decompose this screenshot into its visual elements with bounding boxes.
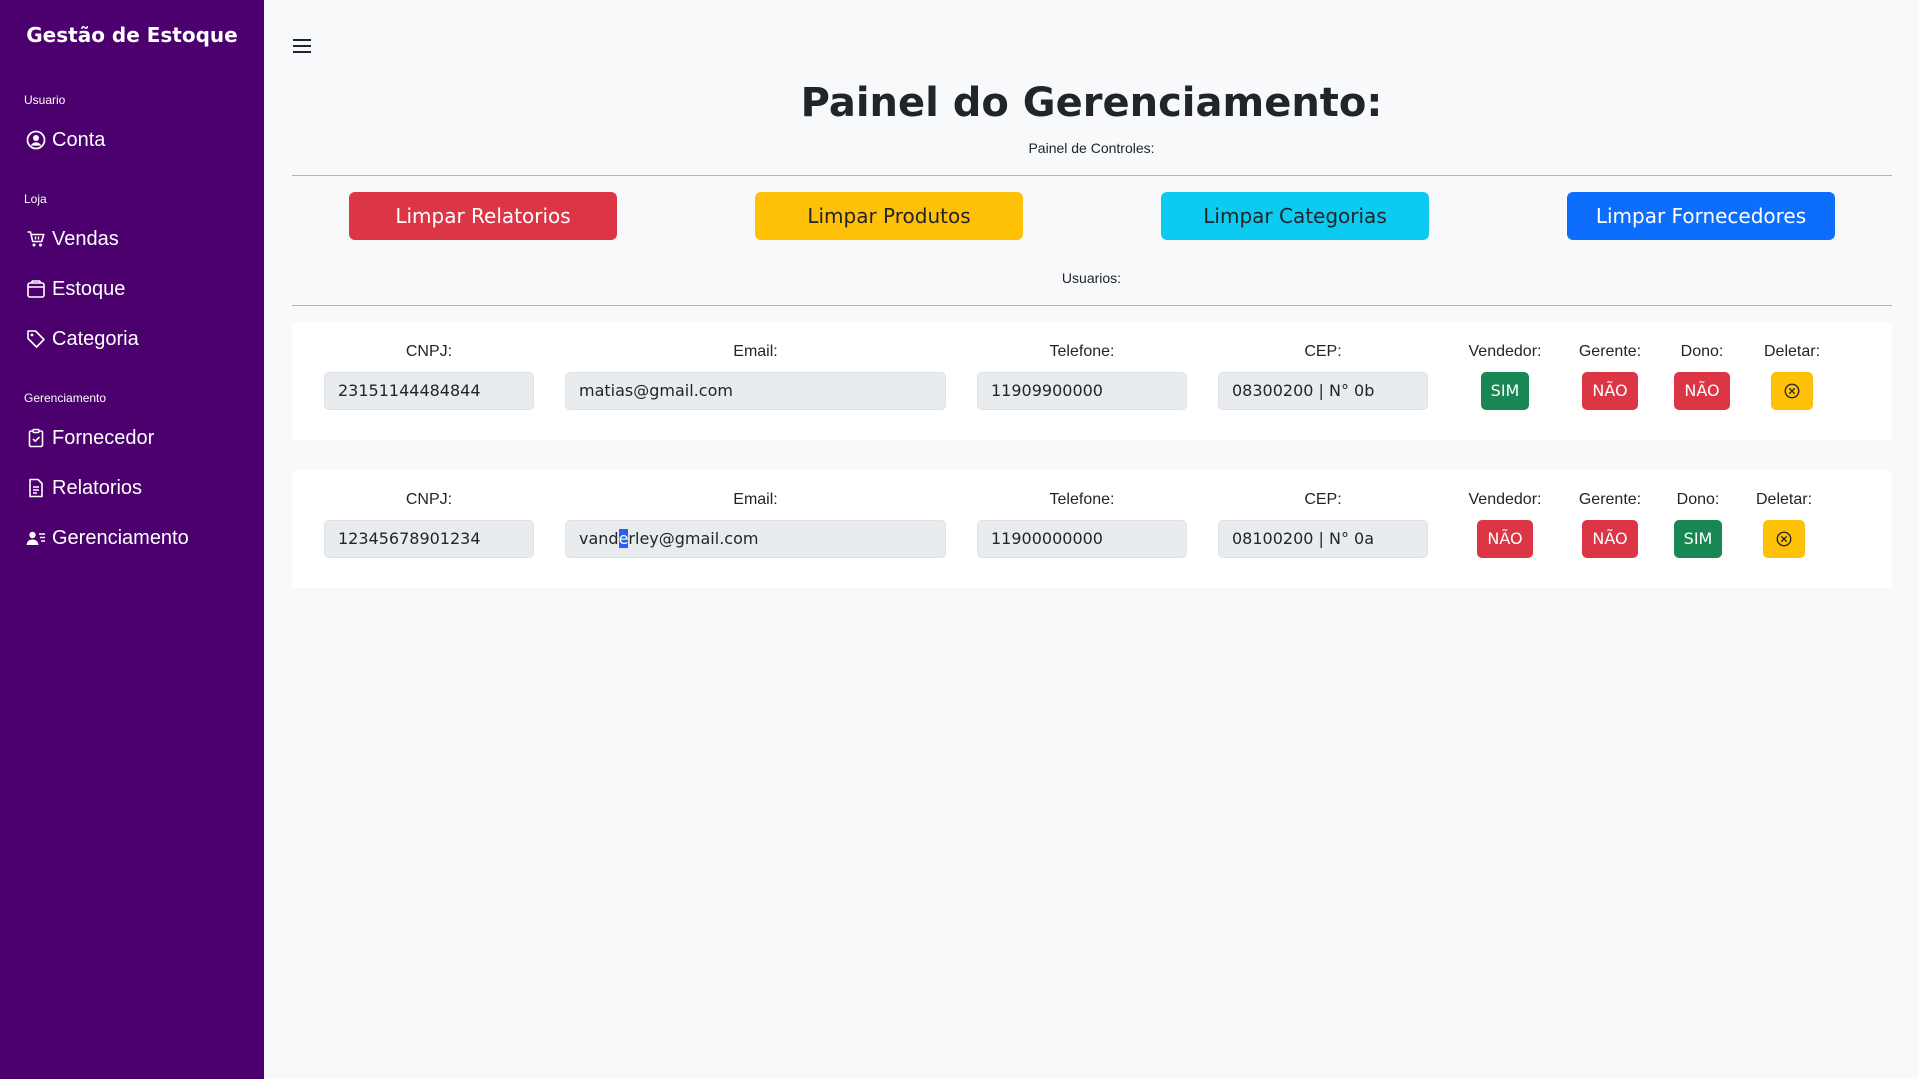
cnpj-label: CNPJ:: [405, 491, 453, 508]
x-circle-icon: [1776, 531, 1792, 547]
user-card: CNPJ: 12345678901234 Email: vanderley@gm…: [292, 470, 1892, 588]
sidebar-item-label: Vendas: [52, 227, 119, 250]
x-circle-icon: [1784, 383, 1800, 399]
sidebar-item-estoque[interactable]: Estoque: [0, 264, 264, 314]
sidebar-item-label: Fornecedor: [52, 426, 155, 449]
hamburger-menu-icon[interactable]: [290, 34, 314, 58]
email-column: Email: vanderley@gmail.com: [565, 488, 946, 558]
deletar-label: Deletar:: [1763, 343, 1821, 360]
sidebar-item-label: Gerenciamento: [52, 526, 189, 549]
gerente-column: Gerente: NÃO: [1567, 488, 1653, 558]
cnpj-label: CNPJ:: [405, 343, 453, 360]
brand-title: Gestão de Estoque: [26, 23, 238, 47]
vendedor-label: Vendedor:: [1468, 491, 1542, 508]
cep-field[interactable]: 08100200 | N° 0a: [1218, 520, 1428, 558]
telefone-label: Telefone:: [1049, 491, 1115, 508]
sidebar-item-label: Conta: [52, 128, 106, 151]
clear-categories-button[interactable]: Limpar Categorias: [1161, 192, 1429, 240]
cart-icon: [26, 229, 46, 249]
section-label-usuario: Usuario: [24, 93, 66, 107]
users-subtitle: Usuarios:: [1061, 270, 1122, 286]
dono-label: Dono:: [1680, 343, 1724, 360]
sidebar-item-label: Categoria: [52, 327, 139, 350]
dono-toggle-button[interactable]: SIM: [1673, 520, 1723, 558]
section-label-loja: Loja: [24, 192, 47, 206]
vendedor-toggle-button[interactable]: SIM: [1480, 372, 1530, 410]
clear-products-button[interactable]: Limpar Produtos: [755, 192, 1023, 240]
cnpj-field[interactable]: 12345678901234: [324, 520, 534, 558]
vendedor-label: Vendedor:: [1468, 343, 1542, 360]
delete-user-button[interactable]: [1771, 372, 1813, 410]
cnpj-column: CNPJ: 23151144484844: [324, 340, 534, 410]
tag-icon: [26, 329, 46, 349]
cnpj-field[interactable]: 23151144484844: [324, 372, 534, 410]
telefone-label: Telefone:: [1049, 343, 1115, 360]
telefone-field[interactable]: 11900000000: [977, 520, 1187, 558]
vendedor-toggle-button[interactable]: NÃO: [1477, 520, 1533, 558]
page-title: Painel do Gerenciamento:: [800, 80, 1383, 126]
dono-column: Dono: NÃO: [1667, 340, 1737, 410]
telefone-column: Telefone: 11900000000: [977, 488, 1187, 558]
box-icon: [26, 279, 46, 299]
vendedor-column: Vendedor: NÃO: [1457, 488, 1553, 558]
person-circle-icon: [26, 130, 46, 150]
gerente-label: Gerente:: [1578, 491, 1642, 508]
section-label-gerenciamento: Gerenciamento: [24, 391, 107, 405]
email-label: Email:: [733, 343, 778, 360]
gerente-toggle-button[interactable]: NÃO: [1582, 372, 1638, 410]
email-field[interactable]: matias@gmail.com: [565, 372, 946, 410]
delete-user-button[interactable]: [1763, 520, 1805, 558]
email-label: Email:: [733, 491, 778, 508]
sidebar-item-gerenciamento[interactable]: Gerenciamento: [0, 513, 264, 563]
cnpj-column: CNPJ: 12345678901234: [324, 488, 534, 558]
controls-subtitle: Painel de Controles:: [1028, 140, 1155, 156]
sidebar-item-categoria[interactable]: Categoria: [0, 314, 264, 364]
clipboard-check-icon: [26, 428, 46, 448]
email-text-before: vand: [579, 529, 619, 548]
sidebar-item-vendas[interactable]: Vendas: [0, 214, 264, 264]
telefone-column: Telefone: 11909900000: [977, 340, 1187, 410]
gerente-label: Gerente:: [1578, 343, 1642, 360]
gerente-column: Gerente: NÃO: [1567, 340, 1653, 410]
email-column: Email: matias@gmail.com: [565, 340, 946, 410]
dono-label: Dono:: [1676, 491, 1720, 508]
main-content: Painel do Gerenciamento: Painel de Contr…: [264, 0, 1919, 1079]
cep-label: CEP:: [1304, 343, 1342, 360]
deletar-label: Deletar:: [1755, 491, 1813, 508]
dono-toggle-button[interactable]: NÃO: [1674, 372, 1730, 410]
deletar-column: Deletar:: [1744, 488, 1824, 558]
document-icon: [26, 478, 46, 498]
sidebar-item-relatorios[interactable]: Relatorios: [0, 463, 264, 513]
sidebar: Gestão de Estoque Usuario Conta Loja Ven…: [0, 0, 264, 1079]
cep-field[interactable]: 08300200 | N° 0b: [1218, 372, 1428, 410]
cep-label: CEP:: [1304, 491, 1342, 508]
sidebar-item-label: Estoque: [52, 277, 126, 300]
email-field[interactable]: vanderley@gmail.com: [565, 520, 946, 558]
telefone-field[interactable]: 11909900000: [977, 372, 1187, 410]
person-lines-icon: [26, 528, 46, 548]
dono-column: Dono: SIM: [1660, 488, 1736, 558]
deletar-column: Deletar:: [1752, 340, 1832, 410]
divider: [292, 175, 1892, 176]
sidebar-item-label: Relatorios: [52, 476, 143, 499]
clear-suppliers-button[interactable]: Limpar Fornecedores: [1567, 192, 1835, 240]
cep-column: CEP: 08300200 | N° 0b: [1218, 340, 1428, 410]
sidebar-item-fornecedor[interactable]: Fornecedor: [0, 413, 264, 463]
user-card: CNPJ: 23151144484844 Email: matias@gmail…: [292, 322, 1892, 440]
clear-reports-button[interactable]: Limpar Relatorios: [349, 192, 617, 240]
email-text-after: rley@gmail.com: [628, 529, 759, 548]
cep-column: CEP: 08100200 | N° 0a: [1218, 488, 1428, 558]
vendedor-column: Vendedor: SIM: [1457, 340, 1553, 410]
divider: [292, 305, 1892, 306]
sidebar-item-conta[interactable]: Conta: [0, 115, 264, 165]
gerente-toggle-button[interactable]: NÃO: [1582, 520, 1638, 558]
email-text-selection: e: [618, 529, 629, 548]
